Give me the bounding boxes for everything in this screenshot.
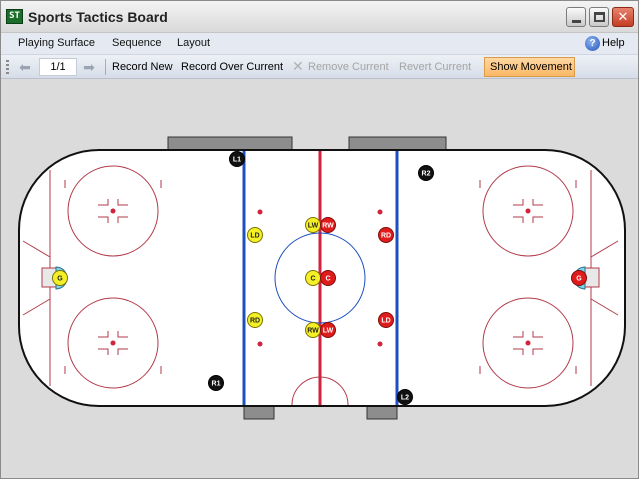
player-token[interactable]: RW — [320, 217, 336, 233]
player-token[interactable]: LW — [305, 217, 321, 233]
player-token-label: RW — [322, 223, 334, 230]
menu-sequence[interactable]: Sequence — [112, 37, 162, 49]
maximize-icon — [594, 12, 605, 22]
player-token-label: RW — [307, 328, 319, 335]
player-token-label: L1 — [233, 157, 241, 164]
goal-net-right — [584, 267, 600, 288]
player-token[interactable]: RW — [305, 322, 321, 338]
menu-playing-surface[interactable]: Playing Surface — [18, 37, 95, 49]
player-token[interactable]: C — [305, 270, 321, 286]
hockey-rink[interactable]: L1 R2 R1 L2 LW LD C RD RW G RW RD C LD LW G — [5, 79, 636, 476]
sequence-toolbar: ⬅ 1/1 ➡ Record New Record Over Current ✕… — [1, 55, 638, 79]
player-token-label: LD — [250, 233, 259, 240]
title-bar[interactable]: ST Sports Tactics Board ✕ — [1, 1, 638, 33]
player-token-label: C — [310, 276, 315, 283]
bench-left — [167, 136, 293, 151]
player-token-label: L2 — [401, 395, 409, 402]
player-token[interactable]: LW — [320, 322, 336, 338]
player-token[interactable]: LD — [247, 227, 263, 243]
help-label: Help — [602, 37, 625, 49]
previous-frame-button[interactable]: ⬅ — [16, 59, 34, 75]
close-button[interactable]: ✕ — [612, 7, 634, 27]
player-token-label: G — [57, 276, 63, 283]
show-movement-button[interactable]: Show Movement — [484, 57, 575, 77]
record-new-button[interactable]: Record New — [112, 61, 173, 73]
menu-layout[interactable]: Layout — [177, 37, 210, 49]
penalty-box-left — [243, 405, 275, 420]
next-frame-button[interactable]: ➡ — [80, 59, 98, 75]
player-token-label: LD — [381, 318, 390, 325]
player-token-label: C — [325, 276, 330, 283]
remove-current-button[interactable]: Remove Current — [308, 61, 389, 73]
player-token-label: G — [576, 276, 582, 283]
tactics-canvas[interactable]: L1 R2 R1 L2 LW LD C RD RW G RW RD C LD LW G — [5, 79, 636, 476]
maximize-button[interactable] — [589, 7, 609, 27]
revert-current-button[interactable]: Revert Current — [399, 61, 471, 73]
player-token[interactable]: L2 — [397, 389, 413, 405]
player-token[interactable]: RD — [378, 227, 394, 243]
player-token-label: RD — [381, 233, 391, 240]
toolbar-grip[interactable] — [6, 60, 9, 74]
bench-right — [348, 136, 447, 151]
close-icon: ✕ — [617, 9, 629, 24]
app-icon: ST — [6, 9, 23, 24]
menu-bar: Playing Surface Sequence Layout ? Help — [1, 33, 638, 55]
arrow-right-icon: ➡ — [83, 59, 95, 75]
player-token-label: R1 — [212, 381, 221, 388]
window-title: Sports Tactics Board — [28, 9, 168, 25]
minimize-button[interactable] — [566, 7, 586, 27]
player-token[interactable]: RD — [247, 312, 263, 328]
player-token[interactable]: G — [571, 270, 587, 286]
player-token[interactable]: LD — [378, 312, 394, 328]
player-token-label: RD — [250, 318, 260, 325]
player-token[interactable]: R1 — [208, 375, 224, 391]
player-token[interactable]: R2 — [418, 165, 434, 181]
record-over-current-button[interactable]: Record Over Current — [181, 61, 283, 73]
player-token-label: LW — [323, 328, 334, 335]
app-window: ST Sports Tactics Board ✕ Playing Surfac… — [0, 0, 639, 479]
arrow-left-icon: ⬅ — [19, 59, 31, 75]
player-token-label: LW — [308, 223, 319, 230]
frame-counter[interactable]: 1/1 — [39, 58, 77, 76]
x-icon: ✕ — [292, 58, 304, 74]
help-icon: ? — [585, 36, 600, 51]
player-token[interactable]: C — [320, 270, 336, 286]
toolbar-separator — [105, 59, 106, 75]
player-token[interactable]: L1 — [229, 151, 245, 167]
penalty-box-right — [366, 405, 398, 420]
player-token[interactable]: G — [52, 270, 68, 286]
player-token-label: R2 — [422, 171, 431, 178]
minimize-icon — [572, 20, 581, 23]
